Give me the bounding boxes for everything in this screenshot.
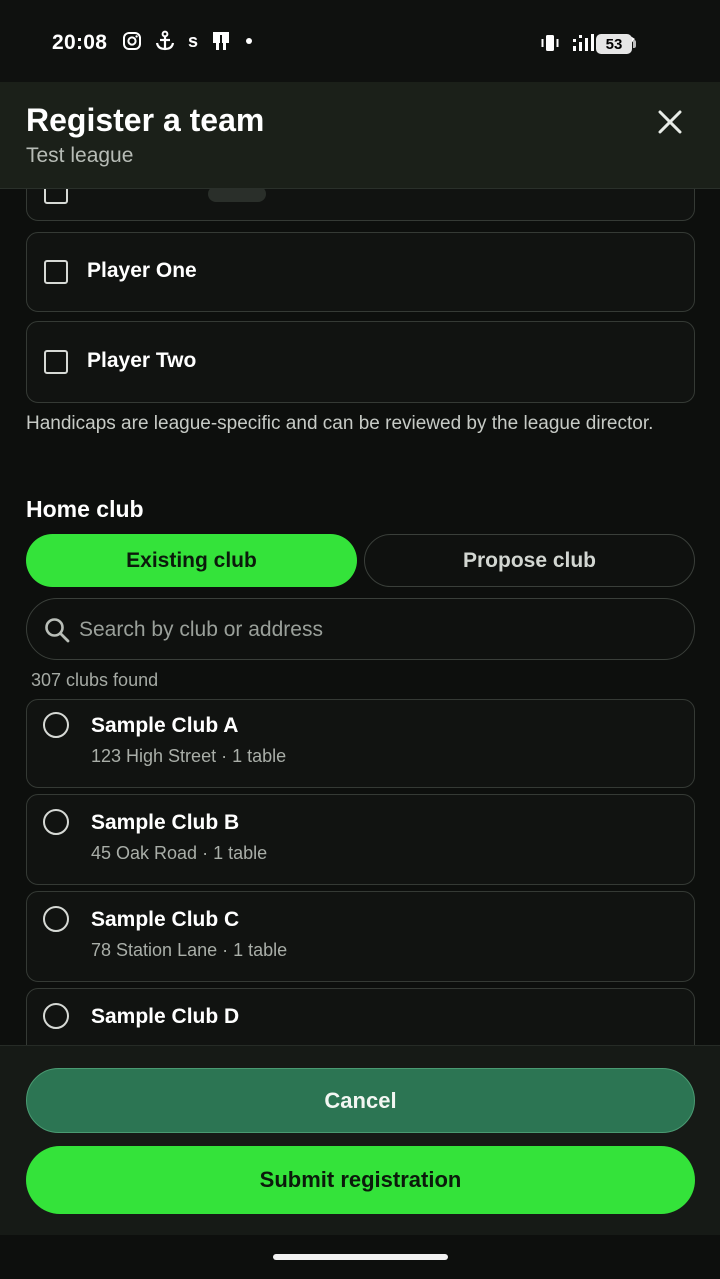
tab-propose-club[interactable]: Propose club: [364, 534, 695, 587]
dot-icon: [244, 36, 254, 46]
club-name: Sample Club D: [91, 1005, 240, 1028]
status-bar: 20:08 s 53: [0, 0, 720, 82]
form-content[interactable]: Player One Player Two Handicaps are leag…: [0, 189, 720, 1045]
dialog-header: Register a team Test league: [0, 82, 720, 189]
club-meta: 78 Station Lane · 1 table: [91, 940, 288, 960]
club-list-item[interactable]: Sample Club C 78 Station Lane · 1 table: [26, 891, 695, 982]
cancel-button[interactable]: Cancel: [26, 1068, 695, 1133]
player-card[interactable]: Player Two: [26, 321, 695, 403]
search-input[interactable]: [79, 611, 669, 649]
player-name: Player Two: [87, 349, 197, 372]
navigation-bar: [0, 1235, 720, 1279]
club-radio[interactable]: [43, 1003, 69, 1029]
battery-icon: 53: [596, 34, 632, 54]
vibrate-icon: [540, 32, 560, 59]
club-list-item[interactable]: Sample Club D: [26, 988, 695, 1045]
player-checkbox[interactable]: [44, 260, 68, 284]
club-name: Sample Club C: [91, 908, 240, 931]
search-icon: [45, 618, 70, 643]
cast-icon: [210, 30, 232, 52]
instagram-icon: [122, 31, 142, 51]
club-meta: 45 Oak Road · 1 table: [91, 843, 268, 863]
club-search[interactable]: [26, 598, 695, 660]
player-checkbox[interactable]: [44, 350, 68, 374]
page-subtitle: Test league: [26, 144, 134, 167]
player-card[interactable]: Player One: [26, 232, 695, 312]
s-app-icon: s: [188, 30, 199, 51]
club-meta: 123 High Street · 1 table: [91, 746, 287, 766]
tab-existing-club[interactable]: Existing club: [26, 534, 357, 587]
club-radio[interactable]: [43, 712, 69, 738]
player-checkbox[interactable]: [44, 189, 68, 204]
submit-registration-button[interactable]: Submit registration: [26, 1146, 695, 1214]
status-time: 20:08: [52, 31, 108, 54]
home-club-title: Home club: [26, 496, 144, 522]
club-list-item[interactable]: Sample Club A 123 High Street · 1 table: [26, 699, 695, 788]
dialog-footer: Cancel Submit registration: [0, 1045, 720, 1235]
club-radio[interactable]: [43, 906, 69, 932]
club-name: Sample Club B: [91, 811, 240, 834]
club-list-item[interactable]: Sample Club B 45 Oak Road · 1 table: [26, 794, 695, 885]
club-radio[interactable]: [43, 809, 69, 835]
anchor-icon: [154, 30, 176, 52]
club-name: Sample Club A: [91, 714, 239, 737]
handicap-note: Handicaps are league-specific and can be…: [26, 413, 654, 434]
close-button[interactable]: [652, 104, 688, 140]
clubs-count: 307 clubs found: [31, 670, 159, 690]
player-card-partial[interactable]: [26, 189, 695, 221]
page-title: Register a team: [26, 102, 265, 138]
handicap-chip: [208, 189, 266, 202]
player-name: Player One: [87, 259, 197, 282]
home-indicator[interactable]: [273, 1254, 448, 1260]
signal-icon: [572, 33, 598, 58]
close-icon: [658, 110, 682, 134]
